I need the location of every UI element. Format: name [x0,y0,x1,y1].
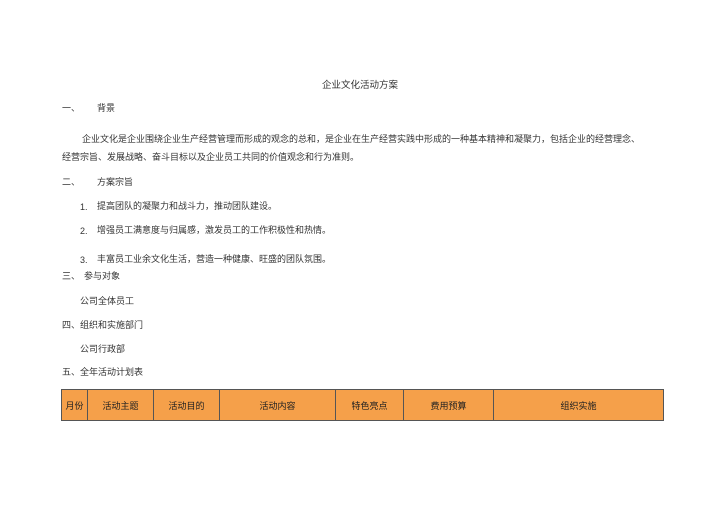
table-header-cell: 特色亮点 [335,389,404,421]
table-header-row: 月份 活动主题 活动目的 活动内容 特色亮点 费用预算 组织实施 [61,389,664,421]
table-header-cell: 费用预算 [403,389,494,421]
list-item-number: 3. [80,255,88,265]
section-1-body: 企业文化是企业围绕企业生产经营管理而形成的观念的总和，是企业在生产经营实践中形成… [62,135,641,163]
list-item: 丰富员工业余文化生活，营造一种健康、旺盛的团队氛围。 [97,255,332,265]
list-item-number: 2. [80,226,88,236]
list-item: 增强员工满意度与归属感，激发员工的工作积极性和热情。 [97,226,332,236]
section-5-heading: 五、全年活动计划表 [62,368,144,378]
document-title: 企业文化活动方案 [321,80,398,91]
table-header-cell: 组织实施 [493,389,664,421]
section-3-body: 公司全体员工 [80,297,135,307]
section-3-heading: 参与对象 [84,272,121,282]
section-4-heading: 四、组织和实施部门 [62,321,144,331]
section-3-number: 三、 [62,272,81,282]
list-item: 提高团队的凝聚力和战斗力，推动团队建设。 [97,202,278,212]
section-1-heading: 背景 [97,104,116,114]
table-header-cell: 活动目的 [153,389,220,421]
table-header-cell: 月份 [61,389,88,421]
table-header-cell: 活动主题 [87,389,154,421]
section-4-body: 公司行政部 [80,345,126,355]
section-2-number: 二、 [62,178,81,188]
table-header-cell: 活动内容 [219,389,336,421]
section-2-heading: 方案宗旨 [97,178,134,188]
activity-plan-table: 月份 活动主题 活动目的 活动内容 特色亮点 费用预算 组织实施 [61,389,664,421]
section-1-number: 一、 [62,104,81,114]
list-item-number: 1. [80,202,88,212]
